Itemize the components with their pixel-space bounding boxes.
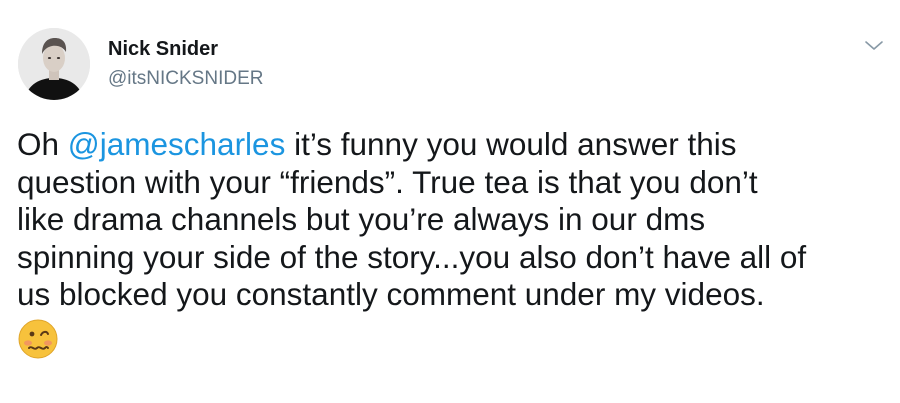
woozy-face-emoji-icon [17, 318, 59, 360]
tweet-menu-button[interactable] [862, 34, 886, 58]
tweet-line: like drama channels but you’re always in… [17, 201, 706, 237]
avatar[interactable] [18, 28, 90, 100]
chevron-down-icon [865, 41, 883, 50]
tweet-line: Oh @jamescharles it’s funny you would an… [17, 126, 887, 164]
mention-link[interactable]: @jamescharles [68, 126, 286, 162]
user-handle[interactable]: @itsNICKSNIDER [108, 68, 263, 90]
tweet-text-segment: Oh [17, 126, 68, 162]
tweet-line: us blocked you constantly comment under … [17, 276, 765, 312]
tweet-card: Nick Snider @itsNICKSNIDER Oh @jameschar… [0, 0, 900, 403]
display-name[interactable]: Nick Snider [108, 38, 218, 61]
tweet-text: Oh @jamescharles it’s funny you would an… [17, 126, 887, 360]
tweet-text-segment: it’s funny you would answer this [285, 126, 737, 162]
tweet-line: spinning your side of the story...you al… [17, 238, 807, 275]
tweet-line: question with your “friends”. True tea i… [17, 163, 758, 200]
avatar-photo-icon [18, 28, 90, 100]
